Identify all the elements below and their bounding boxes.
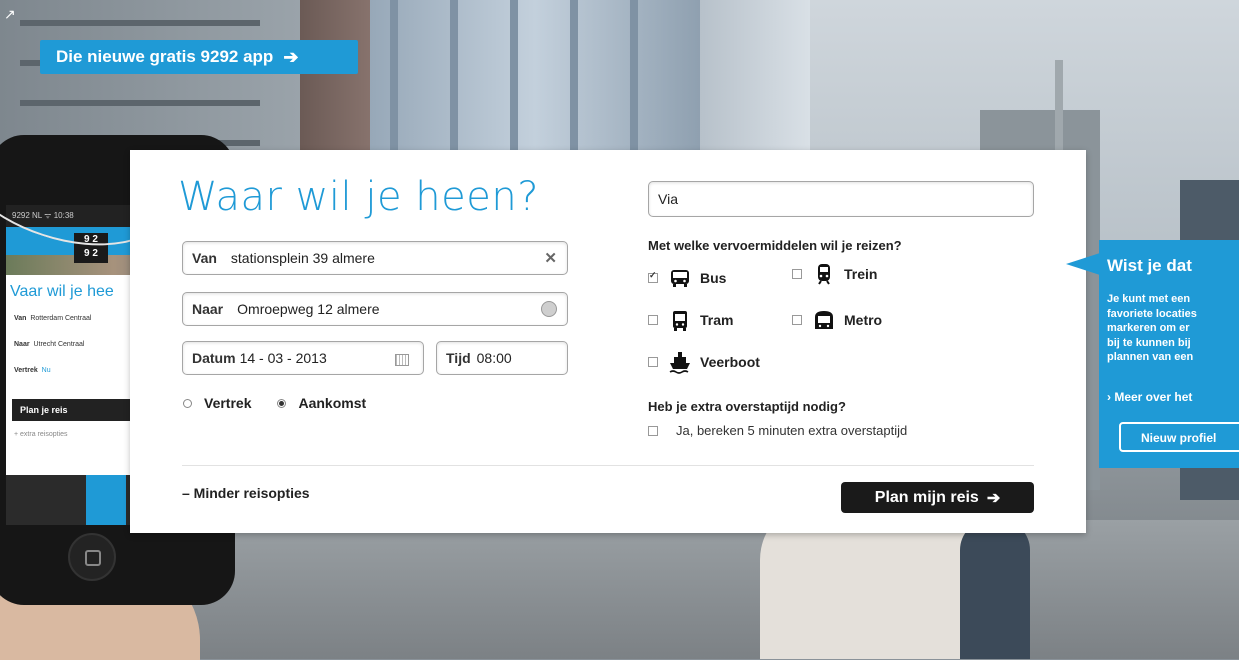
phone-title: Vaar wil je hee [10,283,114,300]
naar-label: Naar [192,301,224,317]
transport-option-bus[interactable]: Bus [648,266,726,290]
tip-line: bij te kunnen bij [1107,336,1191,349]
tip-line: Je kunt met een [1107,293,1191,305]
app-promo-banner[interactable]: Die nieuwe gratis 9292 app ➔ [40,40,358,74]
phone-row: Naar Utrecht Centraal [14,341,84,348]
arrow-right-icon: ➔ [283,46,299,67]
trein-checkbox[interactable] [792,269,802,279]
tip-line: favoriete locaties [1107,307,1197,320]
plan-journey-button[interactable]: Plan mijn reis ➔ [841,482,1034,513]
tijd-label: Tijd [446,350,471,366]
phone-row-label: Vertrek [14,367,38,374]
tram-label: Tram [700,312,734,328]
datum-label: Datum [192,350,236,366]
phone-row-value: Utrecht Centraal [33,341,85,348]
app-promo-label: Die nieuwe gratis 9292 app [56,47,274,66]
tip-line: plannen van een [1107,351,1194,363]
clear-icon[interactable]: ✕ [544,249,557,267]
transport-option-tram[interactable]: Tram [648,308,733,332]
calendar-icon[interactable] [395,351,409,366]
new-profile-button[interactable]: Nieuw profiel [1119,422,1239,452]
vertrek-radio[interactable] [183,398,192,408]
tip-title: Wist je dat [1107,256,1192,275]
phone-row: Vertrek Nu [14,367,51,374]
phone-row: Van Rotterdam Centraal [14,315,91,322]
plan-journey-label: Plan mijn reis [874,488,979,506]
less-options-link[interactable]: – Minder reisopties [182,485,310,501]
transport-option-veerboot[interactable]: Veerboot [648,350,760,374]
naar-value[interactable]: Omroepweg 12 almere [237,301,379,317]
tram-checkbox[interactable] [648,315,658,325]
phone-home-button [68,533,116,581]
transport-option-metro[interactable]: Metro [792,308,882,332]
transfer-option-label[interactable]: Ja, bereken 5 minuten extra overstaptijd [676,423,907,438]
departure-arrival-toggle: Vertrek Aankomst [183,395,366,411]
bus-icon [671,270,689,287]
train-icon [818,264,830,285]
transfer-checkbox[interactable] [648,425,658,436]
tip-pointer [1066,253,1100,275]
journey-planner-panel: Waar wil je heen? Van stationsplein 39 a… [130,150,1086,533]
tip-line: markeren om er [1107,322,1190,334]
expand-arrow-icon[interactable]: ↗ [4,6,16,23]
metro-label: Metro [844,312,883,328]
tip-more-link[interactable]: › Meer over het [1107,390,1192,404]
phone-tab [6,475,42,525]
arrow-right-icon: ➔ [986,489,1001,507]
naar-field[interactable]: Naar Omroepweg 12 almere [182,292,568,326]
ferry-icon [669,352,690,374]
vertrek-label[interactable]: Vertrek [204,395,251,411]
bus-checkbox[interactable] [648,270,658,283]
locate-icon[interactable] [541,301,557,317]
datum-value[interactable]: 14 - 03 - 2013 [240,350,327,366]
via-placeholder[interactable]: Via [658,191,678,207]
phone-tab-active [86,475,126,525]
page-title: Waar wil je heen? [178,174,539,220]
trein-label: Trein [844,266,878,282]
metro-icon [815,311,833,329]
phone-row-label: Naar [14,341,30,348]
phone-row-label: Van [14,315,27,322]
veerboot-checkbox[interactable] [648,357,658,367]
aankomst-radio[interactable] [277,398,287,408]
datum-field[interactable]: Datum 14 - 03 - 2013 [182,341,424,375]
phone-extra-link: + extra reisopties [14,431,68,438]
phone-tab [42,475,78,525]
tijd-field[interactable]: Tijd 08:00 [436,341,568,375]
person-figure [960,520,1030,659]
tijd-value[interactable]: 08:00 [477,350,512,366]
transfer-question: Heb je extra overstaptijd nodig? [648,399,846,414]
bus-label: Bus [700,270,727,286]
transfer-option[interactable]: Ja, bereken 5 minuten extra overstaptijd [648,423,907,438]
van-value[interactable]: stationsplein 39 almere [231,250,375,266]
phone-plan-button: Plan je reis [12,399,142,421]
transport-question: Met welke vervoermiddelen wil je reizen? [648,238,902,253]
divider [182,465,1034,466]
metro-checkbox[interactable] [792,315,802,325]
via-field[interactable]: Via [648,181,1034,217]
van-label: Van [192,250,217,266]
veerboot-label: Veerboot [700,354,760,370]
aankomst-label[interactable]: Aankomst [298,395,366,411]
phone-row-value: Rotterdam Centraal [30,315,92,322]
tip-panel: Wist je dat Je kunt met een favoriete lo… [1099,240,1239,468]
tram-icon [673,311,687,331]
tip-text: Je kunt met een favoriete locaties marke… [1107,292,1239,365]
van-field[interactable]: Van stationsplein 39 almere ✕ [182,241,568,275]
transport-option-trein[interactable]: Trein [792,262,877,286]
phone-row-value: Nu [41,367,51,374]
